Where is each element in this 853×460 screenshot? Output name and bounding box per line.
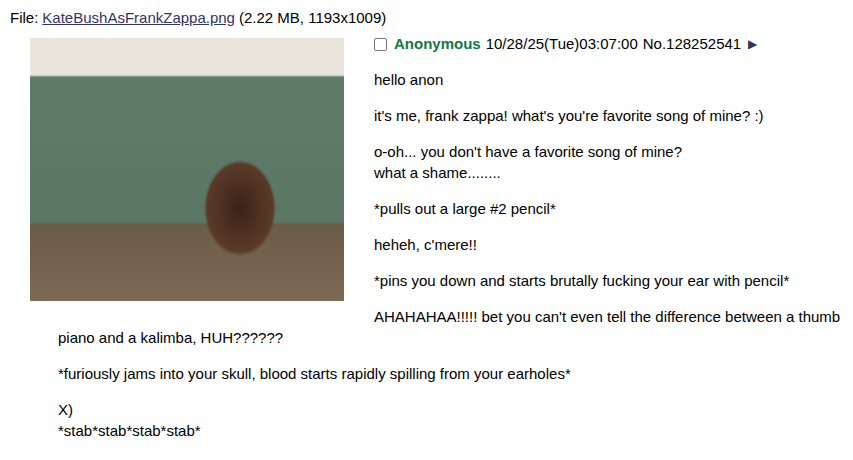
message-line: AHAHAHAA!!!!! bet you can't even tell th… <box>58 306 847 348</box>
file-info: File:KateBushAsFrankZappa.png(2.22 MB, 1… <box>0 8 853 28</box>
post-number[interactable]: No.128252541 <box>643 33 741 55</box>
poster-name: Anonymous <box>394 33 481 55</box>
file-link[interactable]: KateBushAsFrankZappa.png <box>42 9 235 26</box>
post-checkbox[interactable] <box>374 38 387 51</box>
thread-page: File:KateBushAsFrankZappa.png(2.22 MB, 1… <box>0 0 853 460</box>
message-line: *stab*stab*stab*stab* <box>58 420 847 441</box>
message-line: X) <box>58 399 847 420</box>
post-image[interactable] <box>30 38 344 301</box>
message-paragraph: X)*stab*stab*stab*stab* <box>58 399 847 441</box>
post-info: Anonymous10/28/25(Tue)03:07:00No.1282525… <box>374 33 847 55</box>
post-menu-arrow-icon[interactable]: ▶ <box>748 33 757 55</box>
file-label: File: <box>10 9 38 26</box>
image-photo <box>30 38 344 301</box>
message-paragraph: AHAHAHAA!!!!! bet you can't even tell th… <box>58 306 847 348</box>
file-details: (2.22 MB, 1193x1009) <box>239 9 386 26</box>
message-paragraph: *furiously jams into your skull, blood s… <box>58 363 847 384</box>
post-datetime: 10/28/25(Tue)03:07:00 <box>486 33 638 55</box>
post: Anonymous10/28/25(Tue)03:07:00No.1282525… <box>0 33 853 441</box>
message-line: *furiously jams into your skull, blood s… <box>58 363 847 384</box>
